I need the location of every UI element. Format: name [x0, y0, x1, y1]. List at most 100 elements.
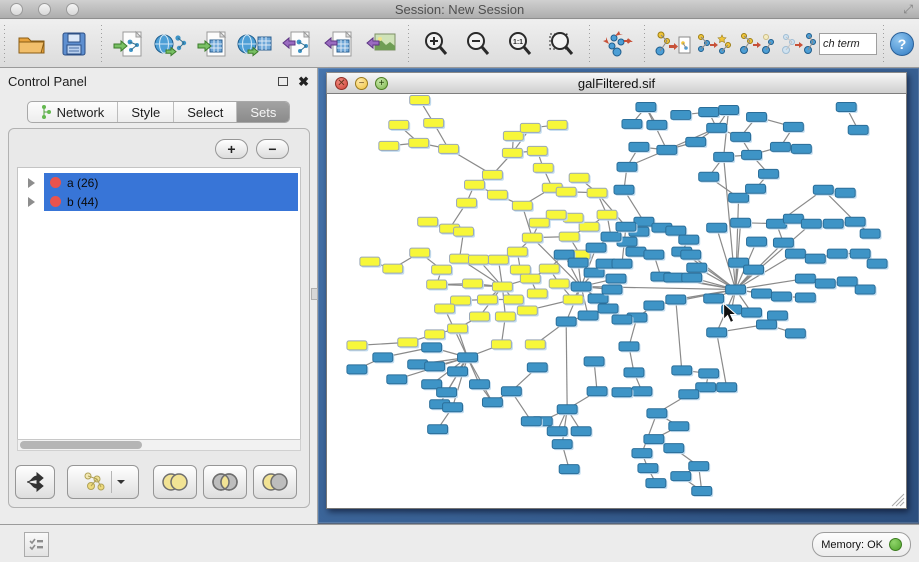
network-node[interactable]: [435, 304, 455, 313]
tab-sets[interactable]: Sets: [237, 102, 289, 122]
close-panel-icon[interactable]: ✖: [298, 75, 309, 88]
tab-select[interactable]: Select: [174, 102, 237, 122]
network-node[interactable]: [527, 146, 547, 155]
network-node[interactable]: [783, 214, 803, 223]
network-node[interactable]: [427, 280, 447, 289]
network-node[interactable]: [552, 440, 572, 449]
network-node[interactable]: [729, 193, 749, 202]
network-node[interactable]: [785, 329, 805, 338]
network-node[interactable]: [647, 409, 667, 418]
network-node[interactable]: [533, 163, 553, 172]
network-node[interactable]: [587, 188, 607, 197]
network-node[interactable]: [848, 125, 868, 134]
network-node[interactable]: [835, 188, 855, 197]
network-node[interactable]: [815, 279, 835, 288]
zoom-in-button[interactable]: [415, 24, 457, 64]
import-network-file-button[interactable]: [108, 24, 150, 64]
network-node[interactable]: [836, 102, 856, 111]
network-canvas[interactable]: [326, 94, 907, 509]
network-node[interactable]: [686, 137, 706, 146]
network-node[interactable]: [747, 112, 767, 121]
network-node[interactable]: [773, 238, 793, 247]
network-node[interactable]: [823, 219, 843, 228]
network-node[interactable]: [714, 152, 734, 161]
network-node[interactable]: [571, 427, 591, 436]
expand-arrow-icon[interactable]: [28, 178, 35, 188]
network-node[interactable]: [699, 107, 719, 116]
network-node[interactable]: [470, 380, 490, 389]
network-node[interactable]: [522, 233, 542, 242]
help-button[interactable]: ?: [890, 32, 914, 56]
hide-selected-button[interactable]: [735, 24, 777, 64]
network-node[interactable]: [669, 422, 689, 431]
network-node[interactable]: [742, 308, 762, 317]
network-node[interactable]: [347, 341, 367, 350]
network-node[interactable]: [425, 362, 445, 371]
chevron-down-icon[interactable]: [116, 479, 126, 485]
network-node[interactable]: [682, 273, 702, 282]
network-node[interactable]: [731, 218, 751, 227]
network-node[interactable]: [801, 219, 821, 228]
network-node[interactable]: [360, 257, 380, 266]
network-node[interactable]: [450, 254, 470, 263]
network-node[interactable]: [726, 285, 746, 294]
network-node[interactable]: [469, 255, 489, 264]
select-first-neighbors-button[interactable]: [693, 24, 735, 64]
difference-sets-button[interactable]: [253, 465, 297, 499]
fullscreen-icon[interactable]: ⤢: [903, 2, 913, 17]
export-image-button[interactable]: [360, 24, 402, 64]
network-node[interactable]: [771, 292, 791, 301]
network-node[interactable]: [373, 353, 393, 362]
network-node[interactable]: [465, 180, 485, 189]
network-node[interactable]: [439, 144, 459, 153]
network-node[interactable]: [432, 265, 452, 274]
network-node[interactable]: [629, 142, 649, 151]
network-node[interactable]: [502, 148, 522, 157]
remove-set-button[interactable]: −: [256, 139, 289, 159]
network-node[interactable]: [632, 387, 652, 396]
network-node[interactable]: [867, 259, 887, 268]
horizontal-scrollbar[interactable]: [17, 439, 301, 451]
network-node[interactable]: [520, 274, 540, 283]
network-node[interactable]: [549, 279, 569, 288]
add-set-button[interactable]: +: [215, 139, 248, 159]
network-node[interactable]: [791, 144, 811, 153]
network-node[interactable]: [707, 123, 727, 132]
network-node[interactable]: [387, 375, 407, 384]
network-node[interactable]: [569, 173, 589, 182]
show-all-button[interactable]: [777, 24, 819, 64]
network-node[interactable]: [704, 294, 724, 303]
network-node[interactable]: [383, 264, 403, 273]
network-node[interactable]: [767, 311, 787, 320]
network-node[interactable]: [559, 232, 579, 241]
network-node[interactable]: [521, 417, 541, 426]
network-frame-titlebar[interactable]: galFiltered.sif ✕ − +: [326, 72, 907, 94]
network-node[interactable]: [520, 123, 540, 132]
network-node[interactable]: [747, 237, 767, 246]
network-node[interactable]: [707, 328, 727, 337]
network-frame[interactable]: galFiltered.sif ✕ − +: [318, 68, 919, 523]
network-node[interactable]: [614, 185, 634, 194]
network-node[interactable]: [597, 210, 617, 219]
network-node[interactable]: [687, 263, 707, 272]
network-node[interactable]: [606, 274, 626, 283]
network-node[interactable]: [719, 105, 739, 114]
network-node[interactable]: [699, 172, 719, 181]
network-node[interactable]: [470, 312, 490, 321]
network-node[interactable]: [448, 324, 468, 333]
network-edge[interactable]: [453, 357, 468, 407]
network-node[interactable]: [428, 425, 448, 434]
network-node[interactable]: [527, 289, 547, 298]
network-node[interactable]: [586, 243, 606, 252]
network-node[interactable]: [672, 366, 692, 375]
network-node[interactable]: [646, 479, 666, 488]
network-node[interactable]: [657, 145, 677, 154]
splitter-collapse-handle[interactable]: [311, 288, 318, 300]
float-panel-icon[interactable]: [278, 77, 288, 86]
network-node[interactable]: [584, 357, 604, 366]
network-node[interactable]: [795, 293, 815, 302]
import-table-url-button[interactable]: [234, 24, 276, 64]
new-network-from-selection-button[interactable]: [651, 24, 693, 64]
network-node[interactable]: [557, 405, 577, 414]
network-node[interactable]: [482, 398, 502, 407]
